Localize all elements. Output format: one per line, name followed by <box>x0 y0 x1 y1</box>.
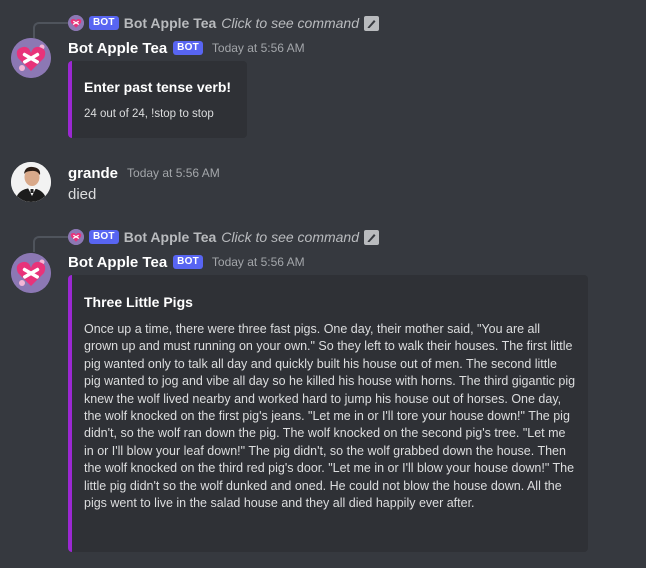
reply-bot-avatar-icon <box>68 15 84 31</box>
message-embed: Enter past tense verb! 24 out of 24, !st… <box>68 61 247 138</box>
message-timestamp[interactable]: Today at 5:56 AM <box>212 41 305 55</box>
embed-title: Enter past tense verb! <box>84 79 232 95</box>
reply-connector <box>33 22 69 38</box>
embed-description: Once up a time, there were three fast pi… <box>84 322 576 511</box>
bot-badge: BOT <box>173 255 203 269</box>
reply-command-text[interactable]: Click to see command <box>221 229 359 245</box>
reply-reference[interactable]: BOT Bot Apple Tea Click to see command <box>68 14 379 32</box>
message-header: Bot Apple Tea BOT Today at 5:56 AM <box>68 253 305 271</box>
reply-bot-avatar-icon <box>68 229 84 245</box>
user-avatar-icon[interactable] <box>11 162 51 202</box>
message-timestamp[interactable]: Today at 5:56 AM <box>212 255 305 269</box>
slash-command-icon[interactable] <box>364 229 379 245</box>
bot-avatar-icon[interactable] <box>11 253 51 293</box>
reply-connector <box>33 236 69 252</box>
message-embed: Three Little Pigs Once up a time, there … <box>68 275 588 552</box>
reply-command-text[interactable]: Click to see command <box>221 15 359 31</box>
message-timestamp[interactable]: Today at 5:56 AM <box>127 166 220 180</box>
author-name[interactable]: Bot Apple Tea <box>68 40 167 57</box>
message-content: died <box>68 186 97 203</box>
bot-badge: BOT <box>173 41 203 55</box>
reply-bot-badge: BOT <box>89 16 119 30</box>
message-header: grande Today at 5:56 AM <box>68 164 220 182</box>
slash-command-icon[interactable] <box>364 15 379 31</box>
reply-reference[interactable]: BOT Bot Apple Tea Click to see command <box>68 228 379 246</box>
embed-footer: 24 out of 24, !stop to stop <box>84 108 214 120</box>
reply-author-name[interactable]: Bot Apple Tea <box>124 229 217 245</box>
message-header: Bot Apple Tea BOT Today at 5:56 AM <box>68 39 305 57</box>
reply-bot-badge: BOT <box>89 230 119 244</box>
author-name[interactable]: Bot Apple Tea <box>68 254 167 271</box>
author-name[interactable]: grande <box>68 165 118 182</box>
reply-author-name[interactable]: Bot Apple Tea <box>124 15 217 31</box>
embed-title: Three Little Pigs <box>84 294 193 310</box>
bot-avatar-icon[interactable] <box>11 38 51 78</box>
